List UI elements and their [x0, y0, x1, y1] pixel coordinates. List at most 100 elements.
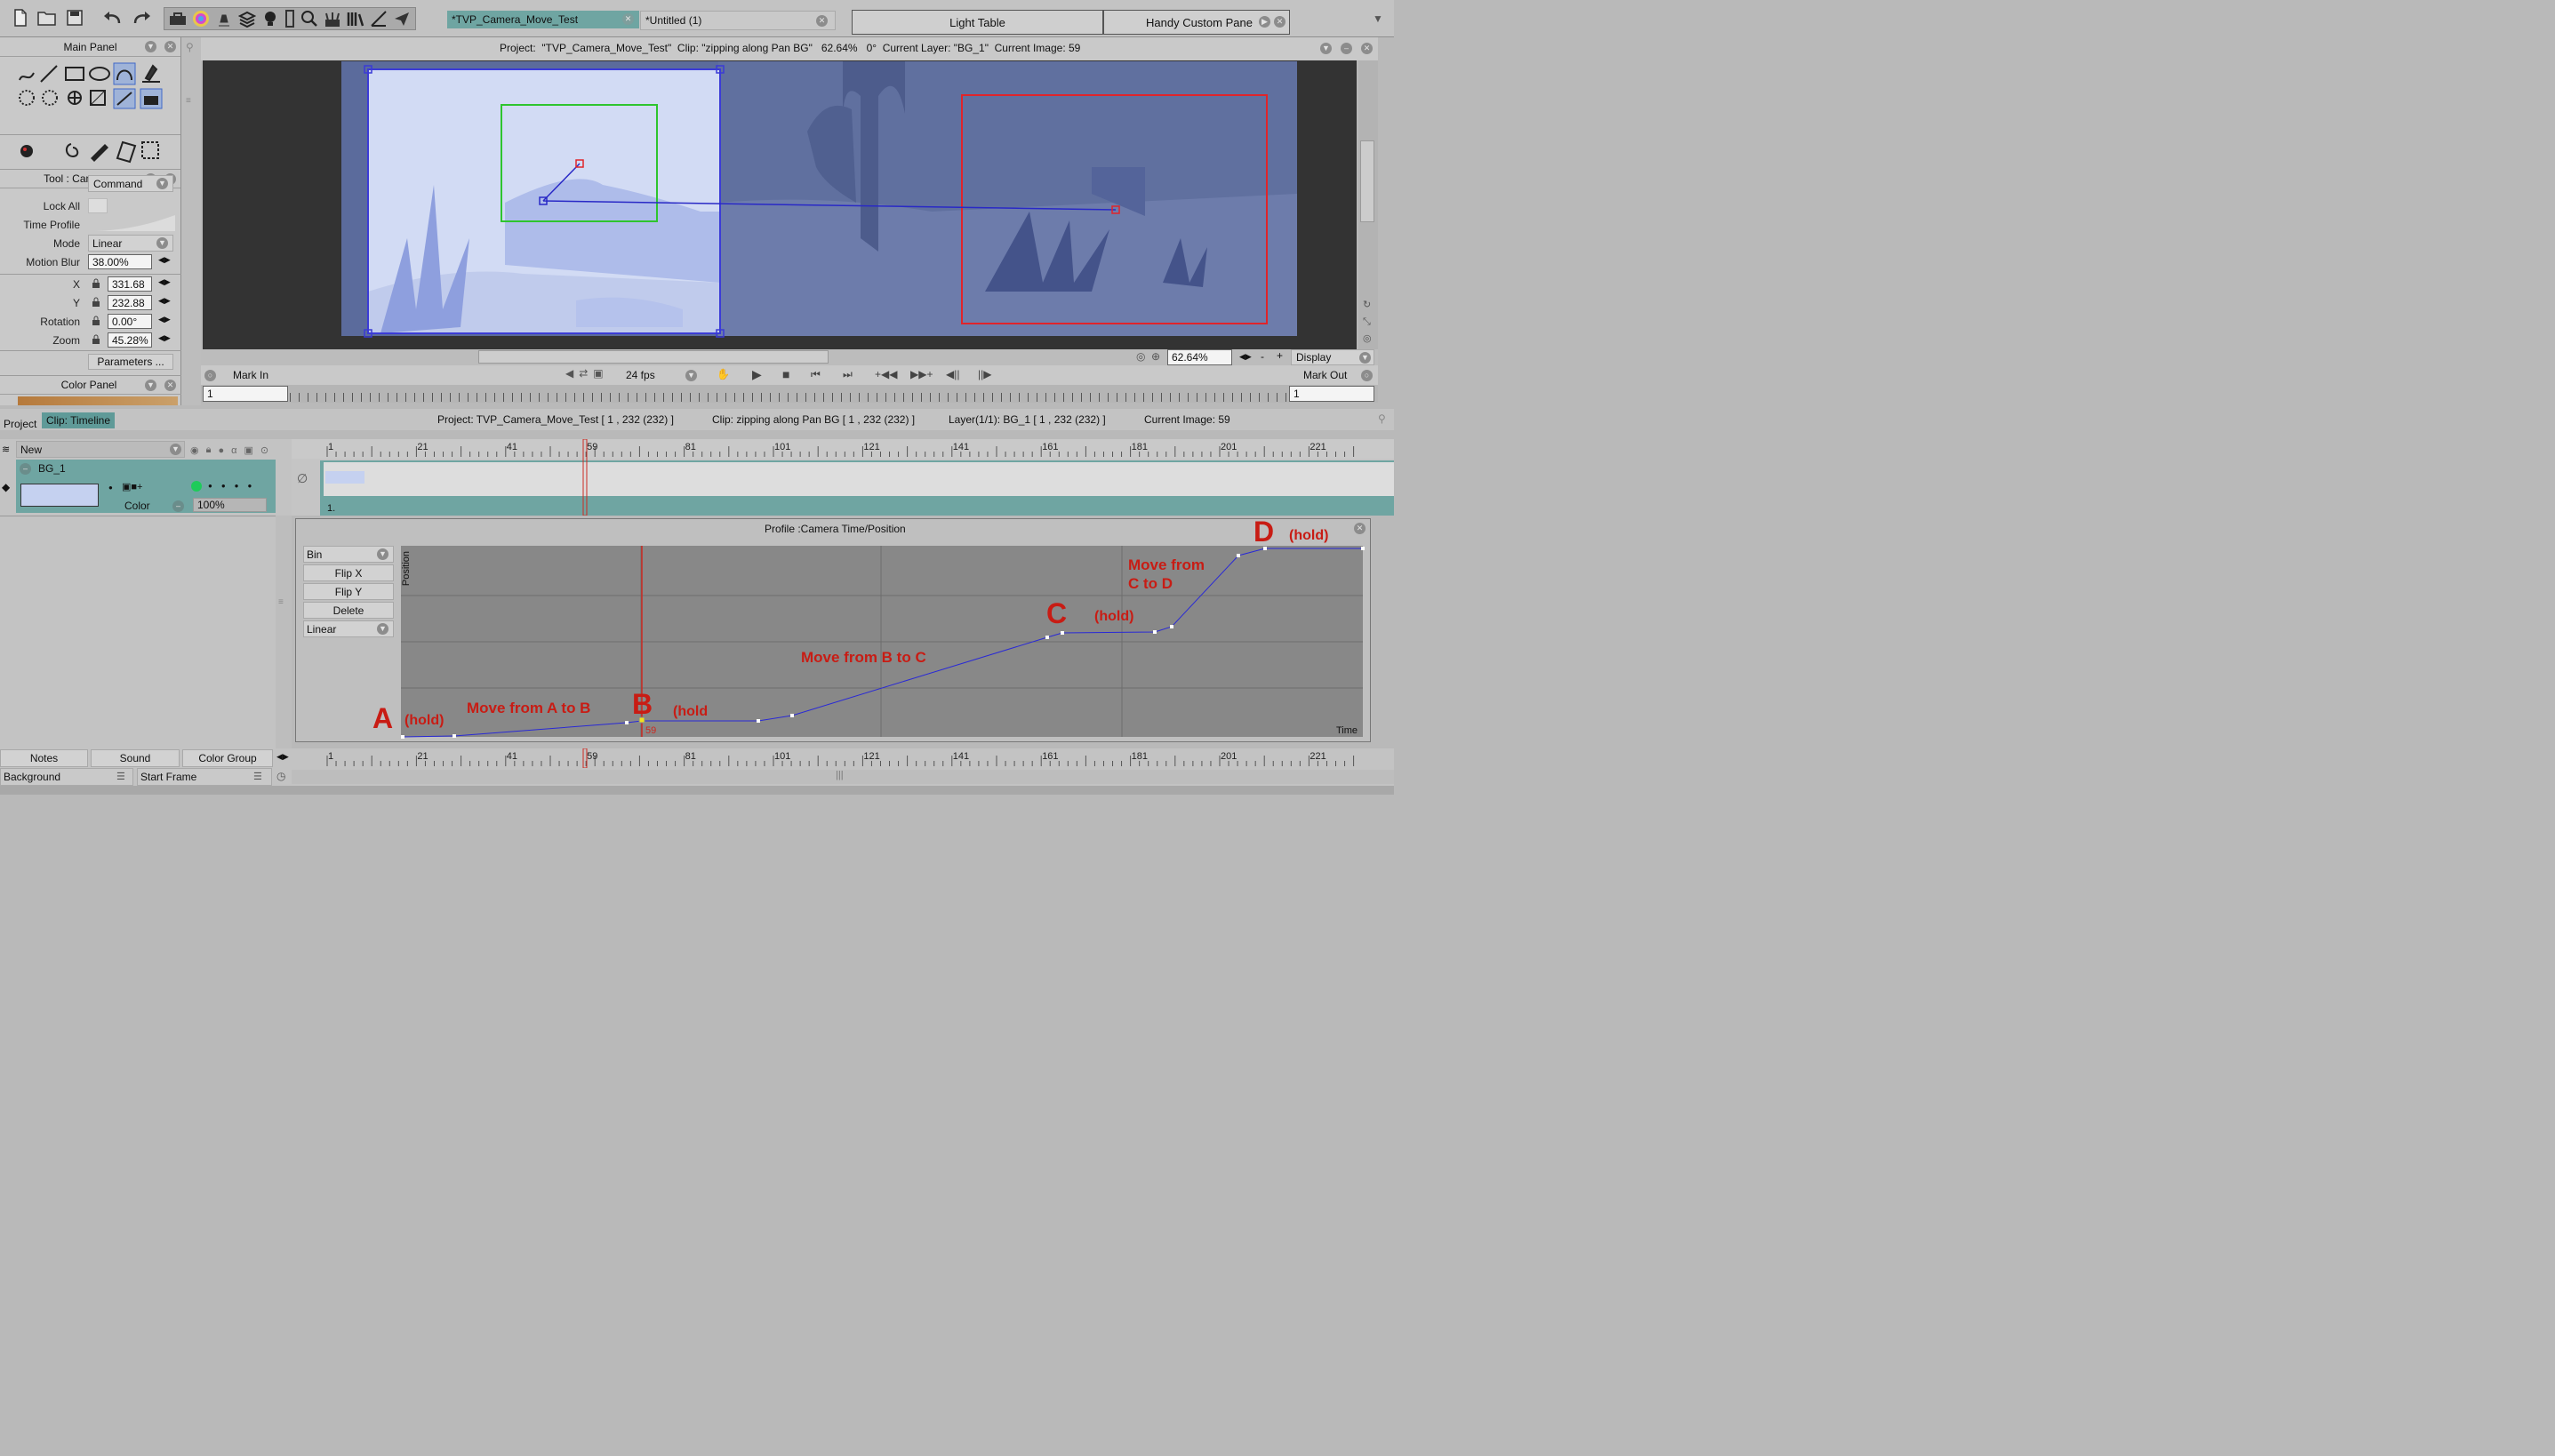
- display-dropdown[interactable]: Display ▼: [1291, 349, 1374, 365]
- main-panel-close-icon[interactable]: ✕: [164, 41, 176, 52]
- color-wheel-icon[interactable]: [191, 10, 211, 28]
- parameters-button[interactable]: Parameters ...: [88, 354, 173, 370]
- prev-frame-icon[interactable]: ◀||: [946, 368, 959, 380]
- sound-icon[interactable]: ◀: [565, 367, 573, 380]
- film-strip-icon[interactable]: [284, 10, 296, 28]
- y-stepper-icon[interactable]: ◀▶: [158, 296, 171, 306]
- new-layer-dropdown[interactable]: New ▼: [16, 441, 185, 458]
- bottom-hscroll[interactable]: |||: [292, 770, 1394, 784]
- hand-icon[interactable]: ✋: [717, 368, 730, 380]
- pin-icon[interactable]: ⚲: [186, 41, 194, 53]
- layer-collapse-icon[interactable]: –: [20, 463, 31, 475]
- project-tab[interactable]: Project: [4, 418, 36, 430]
- y-lock-icon[interactable]: [92, 297, 100, 310]
- stencil-icon[interactable]: ▣: [244, 444, 252, 456]
- lightbulb-icon[interactable]: [260, 10, 280, 28]
- color-group-tab[interactable]: Color Group: [182, 749, 273, 767]
- undo-icon[interactable]: [100, 7, 124, 28]
- expand-icon[interactable]: ⤡: [1363, 316, 1371, 328]
- motion-blur-input[interactable]: 38.00%: [88, 254, 152, 269]
- flip-icon[interactable]: ◎: [1136, 350, 1145, 363]
- start-frame-field[interactable]: Start Frame ☰: [137, 768, 272, 786]
- command-dropdown[interactable]: Command ▼: [88, 175, 173, 192]
- drawing-tools-icons[interactable]: [16, 62, 167, 132]
- splitter-grip-icon[interactable]: ≡: [186, 96, 191, 106]
- send-icon[interactable]: [392, 10, 412, 28]
- color-panel-collapse-icon[interactable]: ▼: [145, 380, 156, 391]
- target-icon[interactable]: ◎: [1363, 332, 1372, 344]
- new-file-icon[interactable]: [11, 7, 30, 28]
- first-frame-icon[interactable]: ⏮: [811, 368, 821, 381]
- layer-tag-icon[interactable]: ◆: [2, 481, 10, 493]
- rotate-icon[interactable]: ↻: [1363, 299, 1371, 310]
- notes-tab[interactable]: Notes: [0, 749, 88, 767]
- null-icon[interactable]: ∅: [297, 471, 308, 486]
- mark-out-button[interactable]: ○: [1361, 370, 1373, 381]
- alpha-icon[interactable]: α: [231, 445, 236, 456]
- viewport-vscroll[interactable]: ↻ ⤡ ◎: [1358, 60, 1378, 349]
- viewport-maximize-icon[interactable]: –: [1341, 43, 1352, 54]
- save-file-icon[interactable]: [64, 7, 85, 28]
- layers-icon[interactable]: [237, 10, 257, 28]
- light-table-tab[interactable]: Light Table: [852, 10, 1103, 35]
- viewport-zoom-input[interactable]: 62.64%: [1167, 349, 1232, 365]
- timeline-pin-icon[interactable]: ⚲: [1378, 412, 1386, 425]
- misc-tools-icons[interactable]: [16, 137, 194, 165]
- motion-blur-stepper-icon[interactable]: ◀▶: [158, 255, 171, 265]
- play-pane-icon[interactable]: ▶: [1259, 16, 1270, 28]
- layer-color-icon[interactable]: –: [172, 500, 184, 512]
- vscroll-thumb[interactable]: [1360, 140, 1374, 222]
- layer-thumbnail[interactable]: [20, 484, 99, 507]
- window-menu-icon[interactable]: ▼: [1373, 12, 1383, 25]
- x-input[interactable]: 331.68: [108, 276, 152, 292]
- list-icon[interactable]: ☰: [116, 771, 125, 782]
- zoom-plus-button[interactable]: +: [1277, 349, 1283, 362]
- bottom-ruler[interactable]: 1 21 41 59 81 101 121 141 161 181 201 221: [292, 748, 1394, 769]
- viewport-minimize-icon[interactable]: ▼: [1320, 43, 1332, 54]
- library-icon[interactable]: [346, 10, 365, 28]
- center-icon[interactable]: ⊕: [1151, 350, 1160, 363]
- layer-mode-icon[interactable]: ▣■+: [122, 481, 142, 492]
- profile-graph[interactable]: [296, 519, 1372, 743]
- open-file-icon[interactable]: [36, 7, 59, 28]
- rotation-input[interactable]: 0.00°: [108, 314, 152, 329]
- viewport-canvas[interactable]: [203, 60, 1357, 349]
- zoom-input[interactable]: 45.28%: [108, 332, 152, 348]
- clock-icon[interactable]: ◷: [276, 770, 285, 782]
- close-pane-icon[interactable]: ✕: [1274, 16, 1286, 28]
- sound-tab[interactable]: Sound: [91, 749, 180, 767]
- layer-status-green-icon[interactable]: [191, 481, 202, 492]
- rotation-stepper-icon[interactable]: ◀▶: [158, 315, 171, 324]
- playback-ruler[interactable]: [290, 393, 1287, 402]
- doc-tab-1[interactable]: *TVP_Camera_Move_Test ✕: [447, 11, 639, 28]
- loop-icon[interactable]: ⇄: [579, 367, 588, 380]
- close-tab-2-icon[interactable]: ✕: [816, 15, 828, 27]
- handy-custom-pane-tab[interactable]: Handy Custom Pane ▶ ✕: [1103, 10, 1290, 35]
- timeline-ruler[interactable]: 1 21 41 59 81 101 121 141 161 181 201 221: [292, 438, 1394, 516]
- lock-icon[interactable]: 🔒︎: [206, 444, 212, 456]
- mode-dropdown[interactable]: Linear ▼: [88, 235, 173, 252]
- tween-icon[interactable]: ⊙: [260, 444, 268, 456]
- layers-stack-icon[interactable]: ≋: [2, 444, 10, 455]
- light-icon[interactable]: ●: [218, 445, 224, 456]
- eye-icon[interactable]: ◉: [190, 444, 199, 456]
- last-frame-icon[interactable]: ⏭: [843, 368, 853, 381]
- left-splitter[interactable]: ⚲ ≡: [181, 37, 201, 405]
- toolbox-icon[interactable]: [168, 12, 188, 26]
- close-tab-1-icon[interactable]: ✕: [622, 13, 634, 25]
- camera-scene[interactable]: [203, 60, 1357, 349]
- brushes-icon[interactable]: [323, 10, 342, 28]
- lower-splitter[interactable]: ≡: [276, 516, 292, 748]
- hscroll-thumb[interactable]: [478, 350, 829, 364]
- zoom-lock-icon[interactable]: [92, 334, 100, 348]
- prev-key-icon[interactable]: +◀◀: [875, 368, 897, 380]
- clip-timeline-tab[interactable]: Clip: Timeline: [42, 412, 116, 428]
- stop-icon[interactable]: ■: [782, 367, 789, 381]
- lock-all-checkbox[interactable]: [88, 198, 108, 213]
- clip-thumbnail[interactable]: [325, 471, 364, 484]
- next-key-icon[interactable]: ▶▶+: [910, 368, 933, 380]
- scroll-grip-icon[interactable]: |||: [836, 770, 844, 780]
- layer-row-bg1[interactable]: – BG_1 ● ▣■+ ●●●● Color – 100%: [16, 460, 276, 513]
- next-frame-icon[interactable]: ||▶: [978, 368, 991, 380]
- y-input[interactable]: 232.88: [108, 295, 152, 310]
